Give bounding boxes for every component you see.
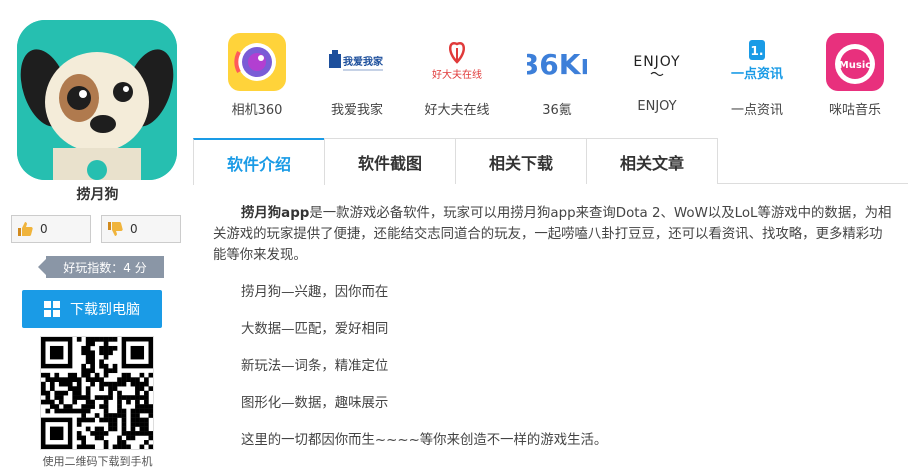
app-sidebar: 捞月狗 0 0 好玩指数：4 分 下载到电脑 使用二维码下载到手机 bbox=[0, 0, 195, 470]
intro-app-name: 捞月狗app bbox=[241, 206, 310, 221]
related-app-label: 咪咕音乐 bbox=[828, 103, 881, 118]
related-app-label: 36氪 bbox=[542, 103, 572, 118]
closing-line: 这里的一切都因你而生~~~~等你来创造不一样的游戏生活。 bbox=[241, 433, 608, 448]
tab-software-intro[interactable]: 软件介绍 bbox=[193, 138, 325, 185]
related-app-label: 我爱我家 bbox=[330, 103, 383, 118]
windows-icon bbox=[44, 301, 60, 317]
description: 捞月狗app是一款游戏必备软件，玩家可以用捞月狗app来查询Dota 2、WoW… bbox=[213, 203, 895, 467]
related-app-item[interactable]: ENJOY ENJOY bbox=[612, 30, 702, 126]
woaiwojia-icon: 我爱我家 bbox=[327, 32, 387, 92]
migu-music-icon: Music bbox=[825, 32, 885, 92]
svg-text:36Kr: 36Kr bbox=[527, 48, 587, 81]
intro-paragraph: 捞月狗app是一款游戏必备软件，玩家可以用捞月狗app来查询Dota 2、WoW… bbox=[213, 203, 895, 266]
svg-text:一点资讯: 一点资讯 bbox=[731, 66, 783, 82]
related-app-label: 相机360 bbox=[231, 103, 283, 118]
related-app-item[interactable]: Music 咪咕音乐 bbox=[810, 30, 900, 126]
camera360-icon bbox=[227, 32, 287, 92]
score-badge: 好玩指数：4 分 bbox=[38, 256, 164, 278]
tab-related-downloads[interactable]: 相关下载 bbox=[455, 138, 587, 184]
qr-code-image bbox=[41, 337, 154, 450]
36kr-icon: 36Kr bbox=[527, 32, 587, 92]
download-label: 下载到电脑 bbox=[70, 302, 140, 318]
related-app-item[interactable]: 相机360 bbox=[212, 30, 302, 126]
related-apps: 相机360 我爱我家 我爱我家 好大夫在线 好大夫在线 36Kr bbox=[195, 0, 908, 132]
related-app-label: ENJOY bbox=[637, 99, 677, 114]
svg-text:Music: Music bbox=[839, 60, 871, 71]
svg-text:ENJOY: ENJOY bbox=[633, 54, 680, 70]
related-app-item[interactable]: 36Kr 36氪 bbox=[512, 30, 602, 126]
related-app-label: 一点资讯 bbox=[730, 103, 783, 118]
feature-line: 大数据—匹配，爱好相同 bbox=[241, 322, 389, 337]
thumbs-down-icon bbox=[102, 216, 128, 242]
thumbs-up-icon bbox=[12, 216, 38, 242]
qr-caption: 使用二维码下载到手机 bbox=[42, 455, 153, 468]
vote-down-button[interactable]: 0 bbox=[101, 215, 181, 243]
related-app-item[interactable]: 1. 一点资讯 一点资讯 bbox=[712, 30, 802, 126]
vote-up-button[interactable]: 0 bbox=[11, 215, 91, 243]
tab-screenshots[interactable]: 软件截图 bbox=[324, 138, 456, 184]
download-to-pc-button[interactable]: 下载到电脑 bbox=[22, 290, 162, 328]
intro-text: 是一款游戏必备软件，玩家可以用捞月狗app来查询Dota 2、WoW以及LoL等… bbox=[213, 206, 892, 263]
qr-code bbox=[40, 336, 154, 450]
svg-text:1.: 1. bbox=[751, 44, 764, 58]
tab-related-articles[interactable]: 相关文章 bbox=[586, 138, 718, 184]
dog-face-icon bbox=[17, 20, 177, 180]
yidian-icon: 1. 一点资讯 bbox=[727, 32, 787, 92]
app-name: 捞月狗 bbox=[76, 187, 119, 203]
tab-bar: 软件介绍 软件截图 相关下载 相关文章 bbox=[193, 138, 908, 185]
feature-line: 捞月狗—兴趣，因你而在 bbox=[241, 285, 389, 300]
svg-text:好大夫在线: 好大夫在线 bbox=[432, 68, 482, 81]
enjoy-icon: ENJOY bbox=[627, 32, 687, 92]
related-app-item[interactable]: 我爱我家 我爱我家 bbox=[312, 30, 402, 126]
score-text: 好玩指数：4 分 bbox=[63, 260, 147, 275]
related-app-item[interactable]: 好大夫在线 好大夫在线 bbox=[412, 30, 502, 126]
haodf-icon: 好大夫在线 bbox=[427, 32, 487, 92]
svg-text:我爱我家: 我爱我家 bbox=[343, 55, 384, 68]
related-app-label: 好大夫在线 bbox=[424, 103, 490, 118]
app-icon bbox=[17, 20, 177, 180]
feature-line: 新玩法—词条，精准定位 bbox=[241, 359, 389, 374]
vote-down-count: 0 bbox=[130, 222, 138, 236]
feature-line: 图形化—数据，趣味展示 bbox=[241, 396, 389, 411]
vote-up-count: 0 bbox=[40, 222, 48, 236]
